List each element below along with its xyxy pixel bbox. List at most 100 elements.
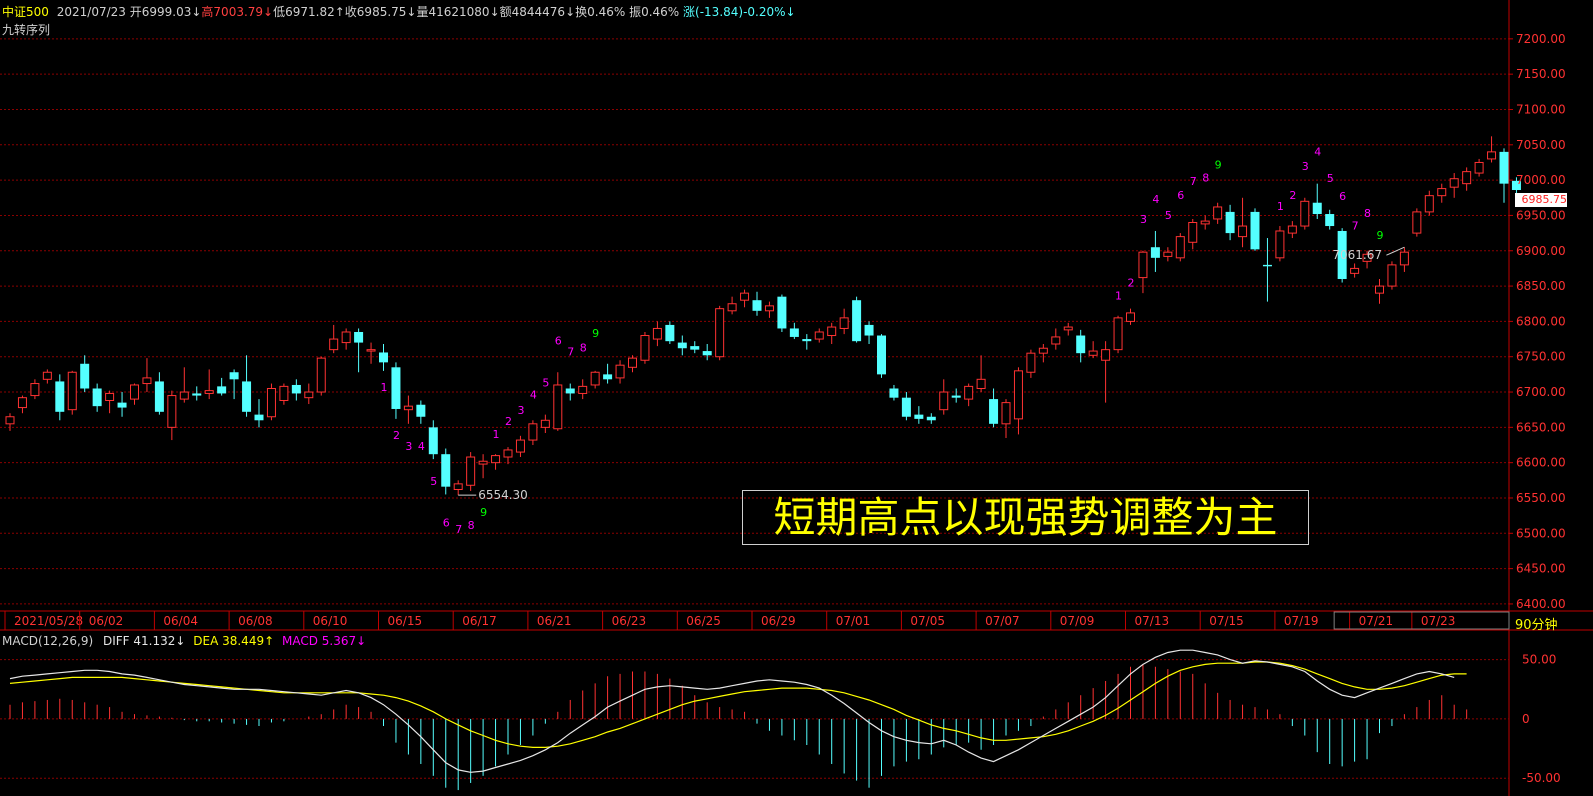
td-count-mark: 4 bbox=[1152, 193, 1159, 206]
candle-body bbox=[889, 388, 899, 398]
candle bbox=[515, 435, 525, 458]
candle-body bbox=[603, 374, 613, 380]
date-tick-label: 07/23 bbox=[1421, 614, 1456, 628]
candle bbox=[354, 328, 364, 373]
price-tick-label: 7200.00 bbox=[1516, 32, 1566, 46]
candle-body bbox=[528, 423, 538, 441]
turnover-value: 换0.46% bbox=[575, 5, 626, 19]
macd-dea-value: DEA 38.449↑ bbox=[193, 634, 275, 648]
macd-macd-value: MACD 5.367↓ bbox=[281, 634, 367, 648]
td-count-mark: 8 bbox=[580, 341, 587, 354]
candle-body bbox=[478, 460, 488, 465]
candle-body bbox=[1300, 200, 1310, 227]
candle-body bbox=[491, 455, 501, 464]
candle-body bbox=[80, 363, 90, 389]
candle bbox=[640, 331, 650, 364]
candle-body bbox=[441, 454, 451, 487]
candle-body bbox=[515, 439, 525, 453]
macd-name[interactable]: MACD(12,26,9) bbox=[2, 634, 93, 648]
candle-body bbox=[1424, 195, 1434, 213]
candle-body bbox=[254, 414, 264, 421]
date-tick-label: 07/13 bbox=[1135, 614, 1170, 628]
candle bbox=[17, 395, 27, 414]
candle-body bbox=[1150, 247, 1160, 258]
candle-body bbox=[964, 385, 974, 400]
candle bbox=[1088, 341, 1098, 359]
candle-body bbox=[17, 397, 27, 409]
candle bbox=[989, 388, 999, 428]
candle-body bbox=[1200, 220, 1210, 225]
td-count-mark: 1 bbox=[493, 428, 500, 441]
candle bbox=[391, 362, 401, 419]
candle bbox=[802, 334, 812, 350]
candle-body bbox=[366, 349, 376, 352]
candle-body bbox=[1275, 230, 1285, 259]
candle-body bbox=[764, 305, 774, 312]
td-count-mark: 6 bbox=[1339, 190, 1346, 203]
candle-body bbox=[5, 416, 15, 425]
amount-value: 额4844476↓ bbox=[499, 5, 576, 19]
high-value: 高7003.79↓ bbox=[201, 5, 274, 19]
candle bbox=[1375, 279, 1384, 304]
candle-body bbox=[939, 391, 949, 411]
candle bbox=[1213, 202, 1223, 224]
candle bbox=[491, 454, 501, 470]
td-count-mark: 2 bbox=[1289, 189, 1296, 202]
candle bbox=[565, 383, 575, 401]
candle-body bbox=[951, 395, 961, 398]
candle bbox=[453, 480, 463, 496]
candle-body bbox=[877, 335, 886, 375]
index-name[interactable]: 中证500 bbox=[2, 5, 49, 19]
candle bbox=[5, 413, 15, 431]
candle-body bbox=[1487, 151, 1497, 160]
candle-body bbox=[1026, 352, 1036, 373]
candle-body bbox=[1188, 222, 1198, 243]
td-count-mark: 8 bbox=[468, 519, 475, 532]
candle bbox=[1038, 343, 1048, 363]
candle-body bbox=[416, 404, 426, 417]
candle-body bbox=[1412, 211, 1422, 234]
candle-body bbox=[154, 381, 164, 412]
candle bbox=[677, 335, 687, 356]
candle-body bbox=[839, 317, 849, 329]
td-count-mark: 6 bbox=[443, 516, 450, 529]
candle bbox=[55, 374, 65, 421]
candle bbox=[403, 395, 413, 424]
candle bbox=[1250, 208, 1260, 251]
candle bbox=[117, 392, 127, 417]
date-tick-label: 06/23 bbox=[612, 614, 647, 628]
td-count-mark: 9 bbox=[1215, 159, 1222, 172]
candle bbox=[914, 406, 924, 424]
candle bbox=[416, 400, 426, 424]
candle bbox=[1200, 215, 1210, 230]
td-count-mark: 9 bbox=[480, 506, 487, 519]
candle-body bbox=[1113, 317, 1123, 351]
date-tick-label: 07/21 bbox=[1359, 614, 1394, 628]
candle bbox=[229, 369, 239, 400]
candle bbox=[1312, 183, 1322, 219]
candle bbox=[889, 384, 899, 401]
candle-body bbox=[391, 367, 401, 409]
price-tick-label: 6850.00 bbox=[1516, 279, 1566, 293]
candle bbox=[304, 383, 314, 405]
price-tick-label: 7050.00 bbox=[1516, 138, 1566, 152]
period-label[interactable]: 90分钟 bbox=[1515, 614, 1558, 633]
candle-body bbox=[117, 402, 127, 408]
candle-body bbox=[1325, 214, 1335, 227]
candle bbox=[1163, 247, 1173, 262]
price-tick-label: 6650.00 bbox=[1516, 420, 1566, 434]
date-tick-label: 07/15 bbox=[1209, 614, 1244, 628]
indicator-label[interactable]: 九转序列 bbox=[2, 21, 50, 38]
candle-body bbox=[1101, 349, 1111, 361]
price-tick-label: 6900.00 bbox=[1516, 244, 1566, 258]
candle bbox=[316, 356, 326, 396]
candle bbox=[379, 343, 388, 371]
candle-body bbox=[1449, 178, 1459, 188]
td-count-mark: 9 bbox=[592, 327, 599, 340]
candle-body bbox=[1225, 211, 1235, 234]
td-count-mark: 2 bbox=[1128, 277, 1135, 290]
date-tick-label: 07/05 bbox=[910, 614, 945, 628]
td-count-mark: 1 bbox=[1115, 290, 1122, 303]
candle bbox=[167, 390, 177, 441]
date-tick-label: 06/25 bbox=[686, 614, 721, 628]
